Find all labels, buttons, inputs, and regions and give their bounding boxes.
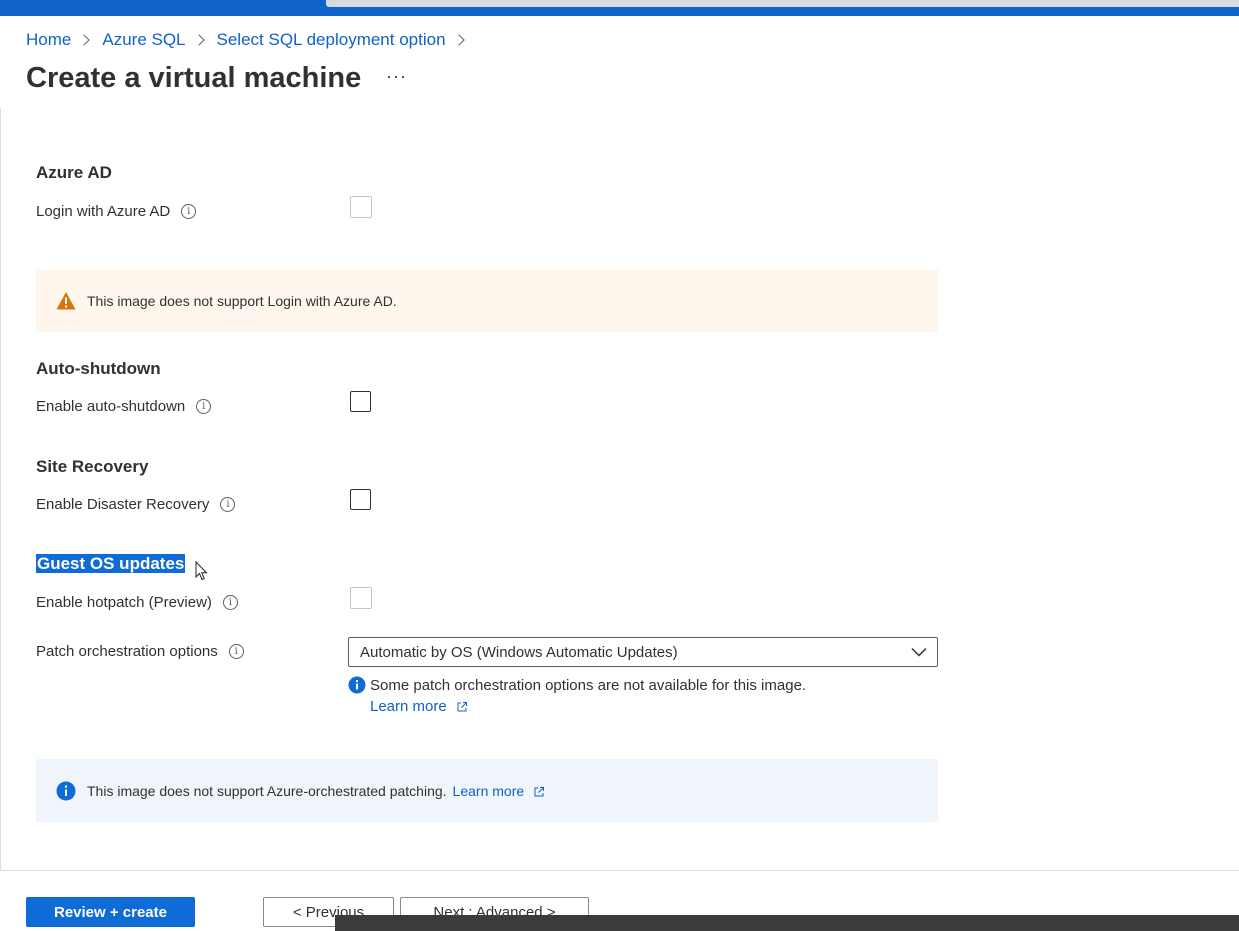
patch-learn-more-link[interactable]: Learn more bbox=[370, 698, 468, 715]
selected-heading-text: Guest OS updates bbox=[36, 554, 186, 573]
login-azure-ad-label-text: Login with Azure AD bbox=[36, 203, 171, 220]
hotpatch-checkbox bbox=[350, 587, 372, 609]
info-icon[interactable]: i bbox=[228, 644, 244, 659]
patch-note-text: Some patch orchestration options are not… bbox=[370, 676, 807, 694]
more-options-icon[interactable]: ··· bbox=[386, 66, 407, 87]
patch-orchestration-label-text: Patch orchestration options bbox=[36, 643, 218, 660]
breadcrumb: Home Azure SQL Select SQL deployment opt… bbox=[26, 29, 477, 51]
content-left-border bbox=[0, 108, 1, 870]
azure-ad-warning-text: This image does not support Login with A… bbox=[87, 292, 397, 309]
auto-shutdown-label: Enable auto-shutdown i bbox=[36, 398, 212, 415]
disaster-recovery-checkbox[interactable] bbox=[350, 489, 371, 510]
section-heading-guest-os-updates: Guest OS updates bbox=[36, 554, 186, 574]
chevron-right-icon bbox=[78, 34, 91, 46]
warning-icon bbox=[56, 291, 76, 309]
chevron-right-icon bbox=[192, 34, 205, 46]
patching-learn-more-text[interactable]: Learn more bbox=[453, 783, 525, 799]
patch-orchestration-dropdown[interactable]: Automatic by OS (Windows Automatic Updat… bbox=[348, 637, 938, 667]
auto-shutdown-label-text: Enable auto-shutdown bbox=[36, 398, 186, 415]
hotpatch-label: Enable hotpatch (Preview) i bbox=[36, 594, 238, 611]
disaster-recovery-label: Enable Disaster Recovery i bbox=[36, 496, 236, 513]
login-azure-ad-checkbox bbox=[350, 196, 372, 218]
section-heading-auto-shutdown: Auto-shutdown bbox=[36, 359, 161, 378]
patching-info-text: This image does not support Azure-orches… bbox=[87, 782, 447, 799]
chevron-down-icon bbox=[911, 647, 927, 657]
info-icon[interactable]: i bbox=[222, 595, 238, 610]
page-title: Create a virtual machine bbox=[26, 62, 362, 94]
hotpatch-label-text: Enable hotpatch (Preview) bbox=[36, 594, 212, 611]
chevron-right-icon bbox=[452, 34, 465, 46]
patch-orchestration-value: Automatic by OS (Windows Automatic Updat… bbox=[360, 643, 678, 661]
azure-ad-warning-banner: This image does not support Login with A… bbox=[36, 269, 938, 332]
mouse-cursor-icon bbox=[195, 561, 208, 581]
breadcrumb-home[interactable]: Home bbox=[26, 30, 71, 50]
overlay-bar bbox=[335, 915, 1239, 931]
global-search-bar[interactable] bbox=[326, 0, 1239, 7]
patching-learn-more-link[interactable]: Learn more bbox=[453, 783, 545, 799]
breadcrumb-select-sql-deployment[interactable]: Select SQL deployment option bbox=[217, 30, 446, 50]
section-heading-azure-ad: Azure AD bbox=[36, 163, 112, 182]
info-icon[interactable]: i bbox=[220, 497, 236, 512]
patch-orchestration-label: Patch orchestration options i bbox=[36, 643, 244, 660]
patch-note: Some patch orchestration options are not… bbox=[348, 676, 806, 694]
auto-shutdown-checkbox[interactable] bbox=[350, 391, 371, 412]
info-icon[interactable]: i bbox=[181, 204, 197, 219]
footer-divider bbox=[0, 870, 1239, 871]
patching-info-banner: This image does not support Azure-orches… bbox=[36, 759, 938, 822]
portal-top-bar bbox=[0, 0, 1239, 16]
info-filled-icon bbox=[348, 676, 366, 694]
info-filled-icon bbox=[56, 781, 76, 800]
section-heading-site-recovery: Site Recovery bbox=[36, 457, 149, 476]
info-icon[interactable]: i bbox=[196, 399, 212, 414]
external-link-icon bbox=[457, 702, 467, 712]
login-azure-ad-label: Login with Azure AD i bbox=[36, 203, 197, 220]
disaster-recovery-label-text: Enable Disaster Recovery bbox=[36, 496, 210, 513]
patch-learn-more-text[interactable]: Learn more bbox=[370, 698, 447, 715]
breadcrumb-azure-sql[interactable]: Azure SQL bbox=[102, 30, 185, 50]
review-create-button[interactable]: Review + create bbox=[26, 897, 195, 927]
external-link-icon bbox=[534, 786, 545, 797]
